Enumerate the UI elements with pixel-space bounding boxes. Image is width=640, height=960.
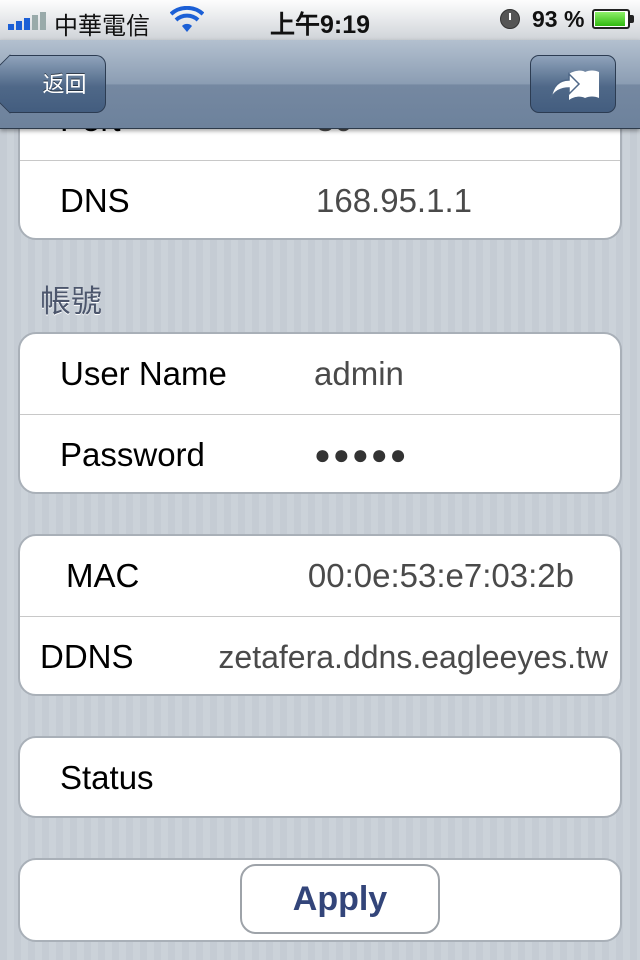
battery-icon xyxy=(592,9,634,29)
mac-value: 00:0e:53:e7:03:2b xyxy=(307,557,574,594)
user-name-value: admin xyxy=(314,355,404,392)
bookmark-share-button[interactable] xyxy=(530,55,616,113)
book-share-icon xyxy=(550,70,599,100)
mac-label: MAC xyxy=(66,557,140,594)
apply-group: Apply xyxy=(18,858,622,942)
battery-percent: 93 % xyxy=(532,6,585,32)
password-row[interactable]: Password ●●●●● xyxy=(20,414,620,492)
ddns-label: DDNS xyxy=(40,638,134,675)
ddns-value: zetafera.ddns.eagleeyes.tw xyxy=(218,639,608,675)
device-info-group: MAC 00:0e:53:e7:03:2b DDNS zetafera.ddns… xyxy=(18,534,622,696)
account-section-header: 帳號 xyxy=(40,284,102,319)
status-group: Status xyxy=(18,736,622,818)
navigation-bar: 返回 xyxy=(0,40,640,129)
dns-label: DNS xyxy=(60,182,130,219)
status-bar: 中華電信 上午9:19 93 % xyxy=(0,0,640,41)
mac-row: MAC 00:0e:53:e7:03:2b xyxy=(20,536,620,616)
battery-fill xyxy=(595,12,625,26)
apply-button[interactable]: Apply xyxy=(240,864,440,934)
dns-row[interactable]: DNS 168.95.1.1 xyxy=(20,160,620,238)
status-row[interactable]: Status xyxy=(20,738,620,816)
password-label: Password xyxy=(60,436,205,473)
back-button[interactable]: 返回 xyxy=(10,55,106,113)
account-settings-group: User Name admin Password ●●●●● xyxy=(18,332,622,494)
alarm-icon xyxy=(500,9,520,29)
password-value: ●●●●● xyxy=(314,439,409,470)
user-name-label: User Name xyxy=(60,355,227,392)
ddns-row: DDNS zetafera.ddns.eagleeyes.tw xyxy=(20,616,620,694)
back-button-label: 返回 xyxy=(42,72,87,97)
status-label: Status xyxy=(60,759,154,796)
dns-value: 168.95.1.1 xyxy=(316,182,472,219)
user-name-row[interactable]: User Name admin xyxy=(20,334,620,414)
